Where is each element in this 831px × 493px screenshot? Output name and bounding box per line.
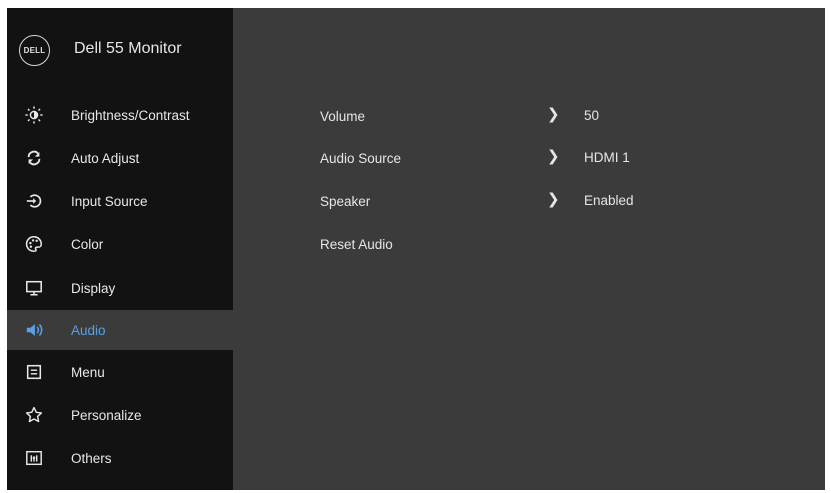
row-label: Audio Source xyxy=(320,150,402,166)
osd-header: DELL Dell 55 Monitor xyxy=(7,8,233,88)
row-label: Reset Audio xyxy=(320,236,393,252)
sidebar-item-auto-adjust[interactable]: Auto Adjust xyxy=(7,138,233,178)
input-source-icon xyxy=(24,191,44,211)
display-icon xyxy=(24,278,44,298)
color-palette-icon xyxy=(24,234,44,254)
monitor-osd: DELL Dell 55 Monitor Brightness/Contrast… xyxy=(7,8,825,490)
volume-value: 50 xyxy=(584,108,600,123)
sidebar-item-menu[interactable]: Menu xyxy=(7,352,233,392)
dell-logo: DELL xyxy=(19,35,50,66)
sidebar-item-label: Color xyxy=(71,236,104,252)
sidebar-item-others[interactable]: Others xyxy=(7,438,233,478)
menu-icon xyxy=(24,362,44,382)
sidebar: DELL Dell 55 Monitor Brightness/Contrast… xyxy=(7,8,233,490)
row-volume[interactable]: Volume xyxy=(320,104,365,128)
row-label: Volume xyxy=(320,108,366,124)
row-label: Speaker xyxy=(320,193,371,209)
sidebar-item-audio[interactable]: Audio xyxy=(7,310,233,350)
sidebar-item-label: Others xyxy=(71,450,112,466)
speaker-icon xyxy=(24,320,44,340)
sidebar-item-label: Display xyxy=(71,280,116,296)
chevron-right-icon[interactable]: ❯ xyxy=(547,105,560,123)
row-audio-source[interactable]: Audio Source xyxy=(320,146,401,170)
auto-adjust-icon xyxy=(24,148,44,168)
chevron-right-icon[interactable]: ❯ xyxy=(547,147,560,165)
row-reset-audio[interactable]: Reset Audio xyxy=(320,232,393,256)
speaker-value: Enabled xyxy=(584,193,634,208)
chevron-right-icon[interactable]: ❯ xyxy=(547,190,560,208)
sidebar-item-brightness-contrast[interactable]: Brightness/Contrast xyxy=(7,95,233,135)
sidebar-item-label: Menu xyxy=(71,364,105,380)
sidebar-item-color[interactable]: Color xyxy=(7,224,233,264)
sidebar-item-label: Personalize xyxy=(71,407,142,423)
sidebar-item-label: Audio xyxy=(71,322,106,338)
others-icon xyxy=(24,448,44,468)
row-speaker[interactable]: Speaker xyxy=(320,189,370,213)
sidebar-item-label: Brightness/Contrast xyxy=(71,107,190,123)
sidebar-item-label: Input Source xyxy=(71,193,148,209)
monitor-title: Dell 55 Monitor xyxy=(74,40,182,57)
sidebar-item-personalize[interactable]: Personalize xyxy=(7,395,233,435)
sidebar-item-display[interactable]: Display xyxy=(7,268,233,308)
sidebar-item-label: Auto Adjust xyxy=(71,150,140,166)
audio-source-value: HDMI 1 xyxy=(584,150,630,165)
star-icon xyxy=(24,405,44,425)
brightness-icon xyxy=(24,105,44,125)
sidebar-item-input-source[interactable]: Input Source xyxy=(7,181,233,221)
